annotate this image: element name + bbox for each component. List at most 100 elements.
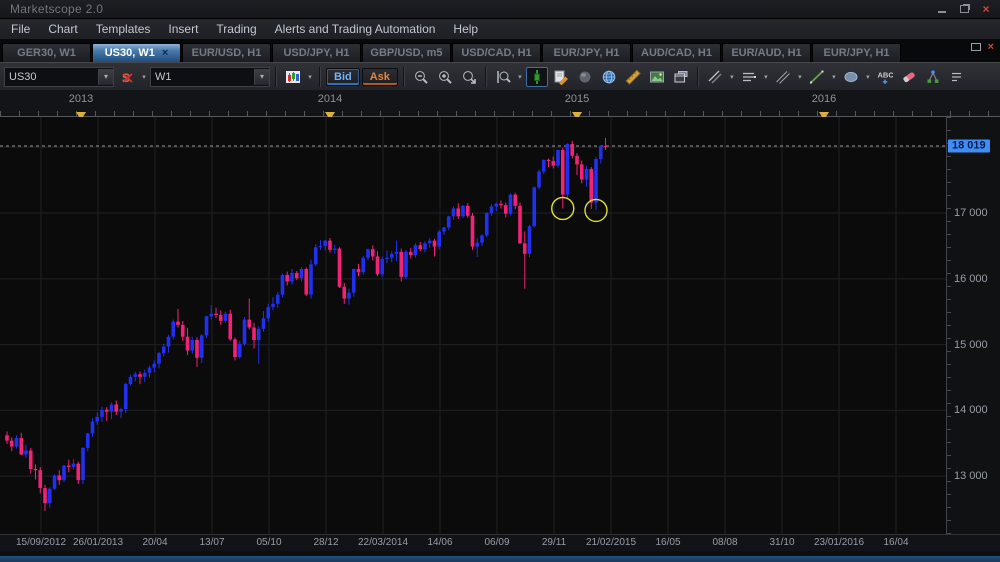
candle-body xyxy=(418,245,423,250)
chart-close-icon[interactable]: × xyxy=(988,42,994,53)
tab-gbp-usd-m5[interactable]: GBP/USD, m5 xyxy=(362,43,451,62)
candle-body xyxy=(427,240,432,244)
chart-type-icon[interactable] xyxy=(282,67,304,87)
candle-body xyxy=(199,335,204,358)
share-icon[interactable] xyxy=(922,67,944,87)
ask-button[interactable]: Ask xyxy=(361,68,398,86)
tab-eur-aud-h1[interactable]: EUR/AUD, H1 xyxy=(722,43,811,62)
tab-eur-jpy-h1[interactable]: EUR/JPY, H1 xyxy=(542,43,631,62)
tab-close-icon[interactable]: × xyxy=(162,47,168,59)
title-bar: Marketscope 2.0 × xyxy=(0,0,1000,19)
channel-tool[interactable] xyxy=(772,67,794,87)
toolbar: US30 ▾ S ▾ W1 ▾ ▾ Bid Ask ▾ ▾ ▾ ▾ ▾ ▾ ABC xyxy=(0,62,1000,92)
menu-item-templates[interactable]: Templates xyxy=(87,20,160,38)
zoom-out-icon[interactable] xyxy=(410,67,432,87)
trendline-tool-caret[interactable]: ▾ xyxy=(830,73,838,81)
candle-body xyxy=(123,384,128,410)
symbol-select[interactable]: US30 ▾ xyxy=(4,67,114,87)
menu-item-help[interactable]: Help xyxy=(444,20,487,38)
ellipse-tool-caret[interactable]: ▾ xyxy=(864,73,872,81)
date-axis-label: 23/01/2016 xyxy=(813,537,865,548)
year-timeline[interactable]: 2013 2014 2015 2016 xyxy=(0,90,1000,120)
chevron-down-icon[interactable]: ▾ xyxy=(254,69,269,85)
candle-body xyxy=(456,208,461,217)
tab-label: USD/CAD, H1 xyxy=(461,47,532,59)
text-tool[interactable]: ABC xyxy=(874,67,896,87)
candle-body xyxy=(356,268,361,273)
strategy-icon[interactable]: S xyxy=(116,67,138,87)
candle-body xyxy=(461,205,465,217)
tab-eur-jpy-h1[interactable]: EUR/JPY, H1 xyxy=(812,43,901,62)
menu-item-trading[interactable]: Trading xyxy=(207,20,265,38)
date-axis-label: 16/05 xyxy=(655,537,681,548)
candle-body xyxy=(271,303,275,308)
period-select[interactable]: W1 ▾ xyxy=(150,67,270,87)
eraser-tool[interactable] xyxy=(898,67,920,87)
candle-body xyxy=(337,248,342,287)
candle-body xyxy=(494,203,499,207)
chevron-down-icon[interactable]: ▾ xyxy=(98,69,113,85)
date-axis-label: 13/07 xyxy=(199,537,225,548)
candle-body xyxy=(475,242,480,247)
date-axis-label: 08/08 xyxy=(712,537,738,548)
zoom-in-icon[interactable] xyxy=(434,67,456,87)
tab-usd-jpy-h1[interactable]: USD/JPY, H1 xyxy=(272,43,361,62)
chart-type-icon-caret[interactable]: ▾ xyxy=(306,73,314,81)
note-icon[interactable] xyxy=(550,67,572,87)
strategy-icon-caret[interactable]: ▾ xyxy=(140,73,148,81)
minimize-button[interactable] xyxy=(934,3,950,15)
zoom-box-icon[interactable] xyxy=(458,67,480,87)
restore-button[interactable] xyxy=(956,3,972,15)
menu-item-insert[interactable]: Insert xyxy=(159,20,207,38)
candle-body xyxy=(275,294,280,304)
candle-body xyxy=(90,421,95,434)
candlestick-chart[interactable] xyxy=(0,117,946,534)
sphere-icon[interactable] xyxy=(574,67,596,87)
menu-item-chart[interactable]: Chart xyxy=(39,20,86,38)
horizontal-lines-tool-caret[interactable]: ▾ xyxy=(762,73,770,81)
tab-ger30-w1[interactable]: GER30, W1 xyxy=(2,43,91,62)
channel-tool-caret[interactable]: ▾ xyxy=(796,73,804,81)
zoom-selection-icon[interactable] xyxy=(492,67,514,87)
export-icon[interactable] xyxy=(670,67,692,87)
price-axis-label: 13 000 xyxy=(954,470,988,483)
trend-lines-tool[interactable] xyxy=(704,67,726,87)
ruler-icon[interactable] xyxy=(622,67,644,87)
candle-body xyxy=(366,249,370,258)
tab-us30-w1[interactable]: US30, W1 × xyxy=(92,43,181,62)
candle-body xyxy=(128,376,133,385)
candle-body xyxy=(423,243,427,250)
candle-body xyxy=(484,213,489,236)
zoom-selection-icon-caret[interactable]: ▾ xyxy=(516,73,524,81)
horizontal-lines-tool[interactable] xyxy=(738,67,760,87)
price-axis[interactable]: 18 019 17 000 16 000 15 000 14 000 13 000 xyxy=(946,117,1000,534)
toolbar-divider xyxy=(696,67,699,87)
candle-body xyxy=(309,264,313,295)
candle-body xyxy=(489,206,494,214)
chart-plot-area[interactable] xyxy=(0,117,946,534)
tab-eur-usd-h1[interactable]: EUR/USD, H1 xyxy=(182,43,271,62)
bid-button[interactable]: Bid xyxy=(326,68,360,86)
candle-body xyxy=(190,340,195,351)
candle-body xyxy=(5,435,9,441)
globe-icon[interactable] xyxy=(598,67,620,87)
chart-options-icon[interactable] xyxy=(946,67,968,87)
candle-body xyxy=(541,159,546,172)
tab-usd-cad-h1[interactable]: USD/CAD, H1 xyxy=(452,43,541,62)
candle-body xyxy=(508,194,513,214)
candle-marker-toggle[interactable] xyxy=(525,67,548,87)
trend-lines-tool-caret[interactable]: ▾ xyxy=(728,73,736,81)
trendline-tool[interactable] xyxy=(806,67,828,87)
candle-body xyxy=(332,248,337,250)
image-icon[interactable] xyxy=(646,67,668,87)
chart-restore-icon[interactable] xyxy=(970,43,981,51)
candle-body xyxy=(294,272,299,279)
ellipse-tool[interactable] xyxy=(840,67,862,87)
toolbar-divider xyxy=(319,67,321,87)
tab-aud-cad-h1[interactable]: AUD/CAD, H1 xyxy=(632,43,721,62)
menu-item-alerts-and-trading-automation[interactable]: Alerts and Trading Automation xyxy=(266,20,445,38)
close-button[interactable]: × xyxy=(978,3,994,15)
price-axis-label: 16 000 xyxy=(954,272,988,285)
date-axis[interactable]: 15/09/2012 26/01/2013 20/04 13/07 05/10 28/12… xyxy=(0,534,1000,552)
menu-item-file[interactable]: File xyxy=(2,20,39,38)
